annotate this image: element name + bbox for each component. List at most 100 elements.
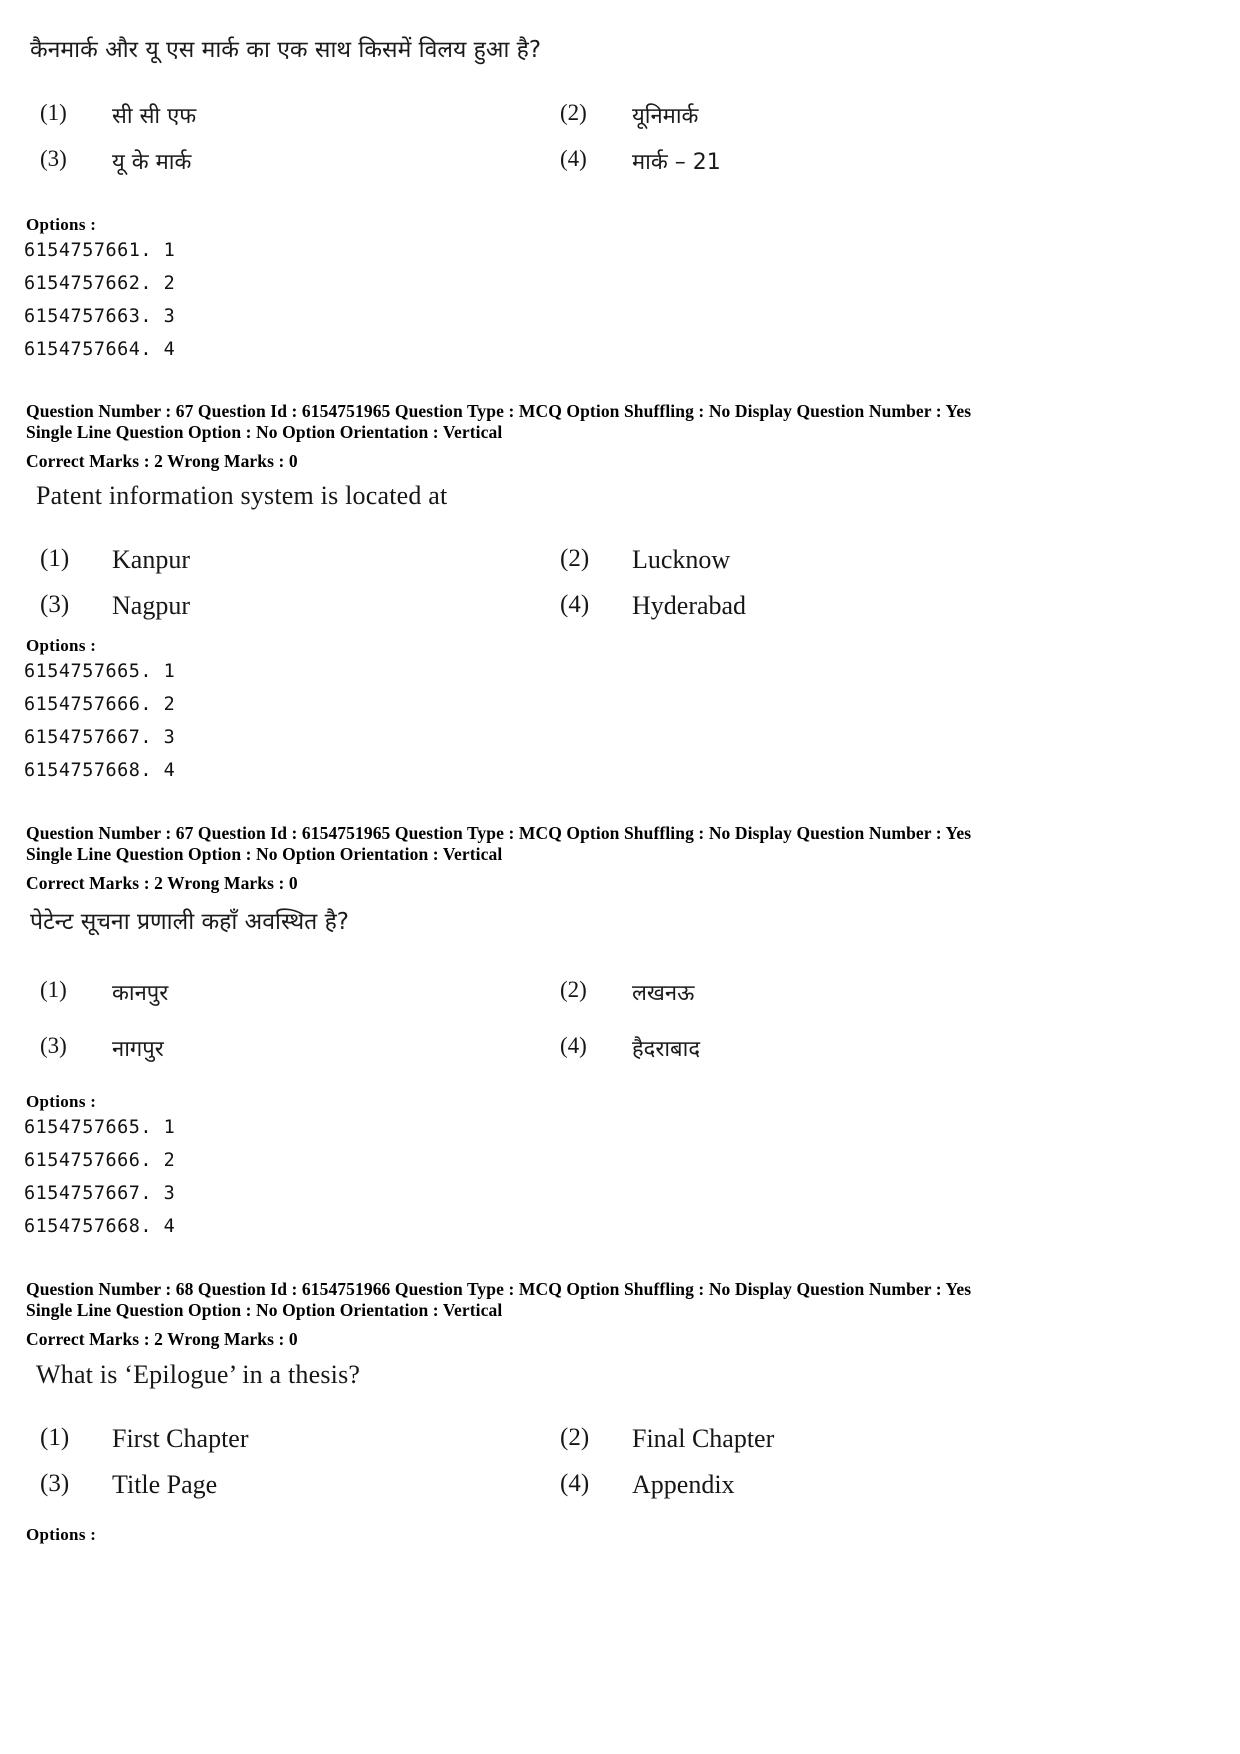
option-label: First Chapter bbox=[112, 1424, 249, 1453]
options-id-list-top: Options : 6154757661. 1 6154757662. 2 61… bbox=[0, 215, 1240, 367]
option-row: (3) नागपुर (4) हैदराबाद bbox=[0, 1033, 1180, 1063]
option-item-4[interactable]: (4) मार्क – 21 bbox=[560, 146, 1080, 176]
option-number: (4) bbox=[560, 1470, 590, 1497]
option-label: सी सी एफ bbox=[112, 104, 197, 129]
option-number: (1) bbox=[40, 977, 67, 1002]
options-id-list-q68-english: Options : bbox=[0, 1525, 1240, 1545]
option-row: (3) Title Page (4) Appendix bbox=[0, 1470, 1180, 1500]
option-label: मार्क – 21 bbox=[632, 150, 721, 175]
option-number: (1) bbox=[40, 545, 70, 572]
options-header: Options : bbox=[26, 1092, 97, 1111]
option-number: (2) bbox=[560, 545, 590, 572]
option-item-2[interactable]: (2) Final Chapter bbox=[560, 1424, 1080, 1454]
question-block-hindi-top: कैनमार्क और यू एस मार्क का एक साथ किसमें… bbox=[0, 36, 1240, 66]
option-number: (3) bbox=[40, 146, 67, 171]
option-row: (1) कानपुर (2) लखनऊ bbox=[0, 977, 1180, 1007]
options-grid-q67-hindi: (1) कानपुर (2) लखनऊ (3) नागपुर (4) हैदरा… bbox=[0, 977, 1240, 1063]
option-number: (2) bbox=[560, 100, 587, 125]
option-id: 6154757668. 4 bbox=[24, 1215, 176, 1237]
option-label: Lucknow bbox=[632, 545, 731, 574]
metadata-line-1: Question Number : 67 Question Id : 61547… bbox=[26, 823, 972, 843]
metadata-line-2: Single Line Question Option : No Option … bbox=[26, 422, 503, 443]
question-block-q68-english: What is ‘Epilogue’ in a thesis? bbox=[0, 1360, 1240, 1390]
option-item-3[interactable]: (3) Title Page bbox=[0, 1470, 560, 1500]
option-row: (1) सी सी एफ (2) यूनिमार्क bbox=[0, 100, 1180, 130]
options-header: Options : bbox=[26, 1525, 97, 1544]
option-label: Title Page bbox=[112, 1470, 218, 1499]
options-grid-q67-english: (1) Kanpur (2) Lucknow (3) Nagpur (4) Hy… bbox=[0, 545, 1240, 621]
option-id: 6154757666. 2 bbox=[24, 693, 176, 715]
option-label: Kanpur bbox=[112, 545, 190, 574]
option-item-1[interactable]: (1) कानपुर bbox=[0, 977, 560, 1007]
option-label: कानपुर bbox=[112, 981, 169, 1006]
option-number: (1) bbox=[40, 1424, 70, 1451]
options-header: Options : bbox=[26, 215, 97, 234]
option-item-4[interactable]: (4) Appendix bbox=[560, 1470, 1080, 1500]
option-number: (3) bbox=[40, 1470, 70, 1497]
option-number: (4) bbox=[560, 146, 587, 171]
question-block-q67-hindi: पेटेन्ट सूचना प्रणाली कहाँ अवस्थित है? bbox=[0, 908, 1240, 938]
option-label: हैदराबाद bbox=[632, 1037, 701, 1062]
options-header: Options : bbox=[26, 636, 97, 655]
question-text-hindi: कैनमार्क और यू एस मार्क का एक साथ किसमें… bbox=[30, 37, 542, 63]
option-label: Final Chapter bbox=[632, 1424, 775, 1453]
option-row: (1) Kanpur (2) Lucknow bbox=[0, 545, 1180, 575]
option-item-1[interactable]: (1) Kanpur bbox=[0, 545, 560, 575]
option-label: नागपुर bbox=[112, 1037, 164, 1062]
option-item-1[interactable]: (1) First Chapter bbox=[0, 1424, 560, 1454]
option-item-3[interactable]: (3) यू के मार्क bbox=[0, 146, 560, 176]
options-id-list-q67-english: Options : 6154757665. 1 6154757666. 2 61… bbox=[0, 636, 1240, 788]
question-text-english: What is ‘Epilogue’ in a thesis? bbox=[36, 1360, 361, 1389]
question-metadata-q67-hindi: Question Number : 67 Question Id : 61547… bbox=[0, 823, 1240, 894]
options-id-list-q67-hindi: Options : 6154757665. 1 6154757666. 2 61… bbox=[0, 1092, 1240, 1244]
option-id: 6154757667. 3 bbox=[24, 726, 176, 748]
option-number: (2) bbox=[560, 977, 587, 1002]
option-row: (3) यू के मार्क (4) मार्क – 21 bbox=[0, 146, 1180, 176]
option-item-4[interactable]: (4) Hyderabad bbox=[560, 591, 1080, 621]
metadata-marks-line: Correct Marks : 2 Wrong Marks : 0 bbox=[26, 1328, 298, 1349]
option-label: यूनिमार्क bbox=[632, 104, 699, 129]
option-row: (3) Nagpur (4) Hyderabad bbox=[0, 591, 1180, 621]
option-item-2[interactable]: (2) यूनिमार्क bbox=[560, 100, 1080, 130]
question-block-q67-english: Patent information system is located at bbox=[0, 481, 1240, 511]
option-label: यू के मार्क bbox=[112, 150, 192, 175]
metadata-line-2: Single Line Question Option : No Option … bbox=[26, 1300, 503, 1321]
option-number: (1) bbox=[40, 100, 67, 125]
option-number: (2) bbox=[560, 1424, 590, 1451]
options-grid-q68-english: (1) First Chapter (2) Final Chapter (3) … bbox=[0, 1424, 1240, 1500]
option-row: (1) First Chapter (2) Final Chapter bbox=[0, 1424, 1180, 1454]
option-number: (4) bbox=[560, 1033, 587, 1058]
option-id: 6154757665. 1 bbox=[24, 1117, 176, 1138]
option-label: लखनऊ bbox=[632, 981, 695, 1006]
option-item-4[interactable]: (4) हैदराबाद bbox=[560, 1033, 1080, 1063]
option-id: 6154757661. 1 bbox=[24, 240, 176, 261]
question-text-hindi: पेटेन्ट सूचना प्रणाली कहाँ अवस्थित है? bbox=[30, 909, 349, 935]
option-label: Appendix bbox=[632, 1470, 735, 1499]
option-id: 6154757664. 4 bbox=[24, 338, 176, 360]
option-item-3[interactable]: (3) नागपुर bbox=[0, 1033, 560, 1063]
metadata-marks-line: Correct Marks : 2 Wrong Marks : 0 bbox=[26, 872, 298, 893]
option-id: 6154757666. 2 bbox=[24, 1149, 176, 1171]
option-item-2[interactable]: (2) Lucknow bbox=[560, 545, 1080, 575]
options-grid-hindi-top: (1) सी सी एफ (2) यूनिमार्क (3) यू के मार… bbox=[0, 100, 1240, 176]
option-item-1[interactable]: (1) सी सी एफ bbox=[0, 100, 560, 130]
metadata-marks-line: Correct Marks : 2 Wrong Marks : 0 bbox=[26, 450, 298, 471]
question-metadata-q67-english: Question Number : 67 Question Id : 61547… bbox=[0, 401, 1240, 472]
metadata-line-2: Single Line Question Option : No Option … bbox=[26, 844, 503, 865]
question-text-english: Patent information system is located at bbox=[36, 481, 448, 510]
option-item-2[interactable]: (2) लखनऊ bbox=[560, 977, 1080, 1007]
option-number: (4) bbox=[560, 591, 590, 618]
option-item-3[interactable]: (3) Nagpur bbox=[0, 591, 560, 621]
exam-question-paper-page: कैनमार्क और यू एस मार्क का एक साथ किसमें… bbox=[0, 0, 1240, 1754]
option-id: 6154757668. 4 bbox=[24, 759, 176, 781]
option-id: 6154757665. 1 bbox=[24, 661, 176, 682]
metadata-line-1: Question Number : 67 Question Id : 61547… bbox=[26, 401, 972, 421]
option-label: Hyderabad bbox=[632, 591, 747, 620]
option-number: (3) bbox=[40, 591, 70, 618]
question-metadata-q68-english: Question Number : 68 Question Id : 61547… bbox=[0, 1279, 1240, 1350]
metadata-line-1: Question Number : 68 Question Id : 61547… bbox=[26, 1279, 972, 1299]
option-label: Nagpur bbox=[112, 591, 190, 620]
option-id: 6154757663. 3 bbox=[24, 305, 176, 327]
option-id: 6154757667. 3 bbox=[24, 1182, 176, 1204]
option-id: 6154757662. 2 bbox=[24, 272, 176, 294]
